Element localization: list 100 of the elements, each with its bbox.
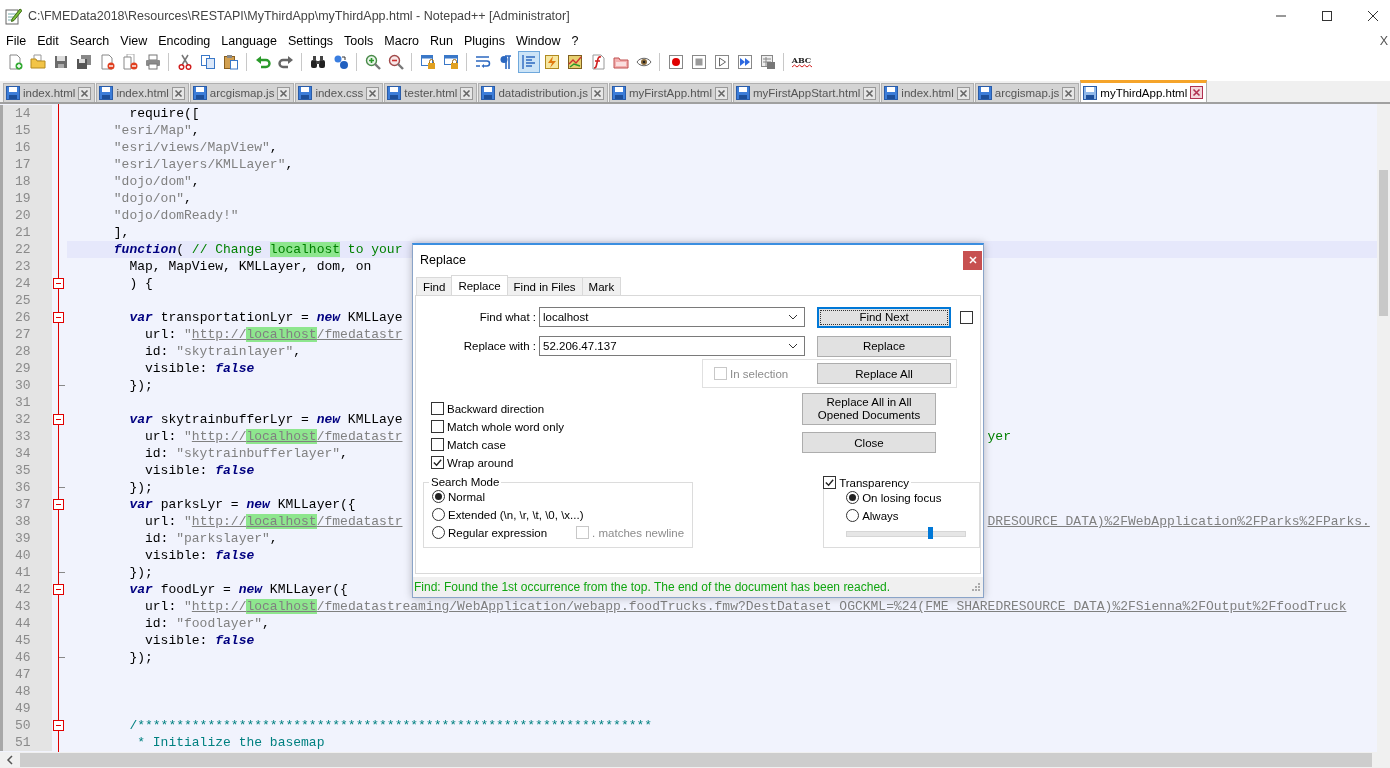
dialog-close-button[interactable] [963,250,982,270]
dialog-tab[interactable]: Find [416,277,453,295]
file-tab[interactable]: index.html [881,83,974,102]
checkbox[interactable] [431,438,444,451]
code-line: url: "http://localhost/fmedatastr [144,429,403,444]
fold-toggle[interactable] [53,584,64,595]
radio-button[interactable] [432,490,445,503]
menu-item[interactable]: Search [64,34,115,48]
close-icon[interactable] [1190,86,1204,99]
dialog-tab[interactable]: Find in Files [506,277,583,295]
window-title: C:\FMEData2018\Resources\RESTAPI\MyThirdApp\myThirdApp.html - Notepad++ [Administrator] [28,9,570,23]
code-line: var parksLyr = new KMLLayer({ [128,497,356,512]
dialog-tab[interactable]: Mark [581,277,622,295]
fold-toggle[interactable] [53,278,64,289]
file-tab[interactable]: index.html [96,83,189,102]
menu-item[interactable]: View [115,34,153,48]
line-number: 43 [0,598,52,615]
chevron-down-icon[interactable] [788,314,798,320]
checkbox[interactable] [960,310,973,324]
fold-end-mark [59,656,65,659]
fold-toggle[interactable] [53,312,64,323]
find-what-field[interactable]: localhost [539,307,805,327]
file-tab[interactable]: arcgismap.js [189,83,295,102]
code-line: Map, MapView, KMLLayer, dom, on [128,259,372,274]
menu-item[interactable]: Language [216,34,282,48]
checkbox[interactable] [431,402,444,415]
radio-button[interactable] [846,491,860,504]
menu-item[interactable]: Edit [32,34,64,48]
code-line: "esri/Map", [112,123,200,138]
save-icon [736,86,750,100]
maximize-icon[interactable] [1321,10,1333,22]
menu-item[interactable]: Settings [282,34,339,48]
radio-label: On losing focus [862,491,942,504]
line-number: 23 [0,258,52,275]
menu-item[interactable]: Encoding [153,34,216,48]
spellcheck-button[interactable]: ABC [788,51,815,73]
file-tab[interactable]: myFirstApp.html [608,83,732,102]
file-tab[interactable]: arcgismap.js [974,83,1080,102]
slider-thumb[interactable] [927,527,933,539]
menu-item[interactable]: Tools [339,34,379,48]
line-number: 28 [0,343,52,360]
file-tab[interactable]: datadistribution.js [478,83,608,102]
checkbox[interactable] [823,476,837,489]
line-number: 16 [0,139,52,156]
file-tab[interactable]: index.html [3,83,96,102]
fold-toggle[interactable] [53,414,64,425]
code-line: var foodLyr = new KMLLayer({ [128,582,348,597]
status-message: Find: Found the 1st occurrence from the top. The end of the document has been reached. [414,580,891,594]
radio-button[interactable] [432,508,445,521]
find-next-button[interactable]: Find Next [817,306,951,328]
menu-item[interactable]: File [1,34,32,48]
checkbox[interactable] [431,420,444,433]
save-icon [6,86,20,100]
fold-toggle[interactable] [53,720,64,731]
line-number: 18 [0,173,52,190]
file-tab[interactable]: tester.html [384,83,478,102]
line-number: 26 [0,309,52,326]
horizontal-scrollbar[interactable] [0,752,1390,768]
indent-guide-icon[interactable] [517,51,540,73]
replace-all-documents-button[interactable]: Replace All in All Opened Documents [802,393,936,425]
radio-label: Regular expression [448,526,548,539]
line-number: 20 [0,207,52,224]
close-icon[interactable] [1367,10,1379,22]
notepad-icon [4,7,22,25]
file-tab[interactable]: index.css [295,83,384,102]
checkbox-label: Backward direction [447,402,545,415]
save-icon [192,86,207,100]
menu-item[interactable]: Window [510,34,566,48]
save-icon [884,86,899,100]
code-line: /****************************************************************** [128,718,653,733]
line-number: 49 [0,700,52,717]
replace-button[interactable]: Replace [817,335,951,357]
line-number: 22 [0,241,52,258]
line-number: 25 [0,292,52,309]
close-document-button[interactable]: X [1379,34,1390,48]
menu-item[interactable]: Macro [379,34,425,48]
file-tab[interactable]: myThirdApp.html [1080,80,1208,102]
file-tab[interactable]: myFirstAppStart.html [733,83,881,102]
chevron-down-icon[interactable] [788,343,798,349]
menu-item[interactable]: Run [425,34,458,48]
code-line: "dojo/on", [112,191,192,206]
menu-item[interactable]: Plugins [458,34,510,48]
squiggle-icon [791,64,812,68]
resize-grip-icon[interactable] [972,583,980,591]
save-icon [387,86,402,100]
code-line: * Initialize the basemap [136,735,325,750]
line-number: 31 [0,394,52,411]
radio-button[interactable] [846,509,860,522]
checkbox[interactable] [431,456,444,469]
code-line: function( // Change localhost to your [112,242,403,257]
vertical-scrollbar[interactable] [1377,104,1390,752]
replace-with-field[interactable]: 52.206.47.137 [539,336,805,356]
line-number: 17 [0,156,52,173]
fold-end-mark [59,384,65,387]
menu-item[interactable]: ? [566,34,584,48]
replace-all-button[interactable]: Replace All [817,363,951,384]
checkbox-label: Transparency [839,476,910,489]
radio-button[interactable] [432,526,445,539]
fold-toggle[interactable] [53,499,64,510]
close-button[interactable]: Close [802,432,936,453]
